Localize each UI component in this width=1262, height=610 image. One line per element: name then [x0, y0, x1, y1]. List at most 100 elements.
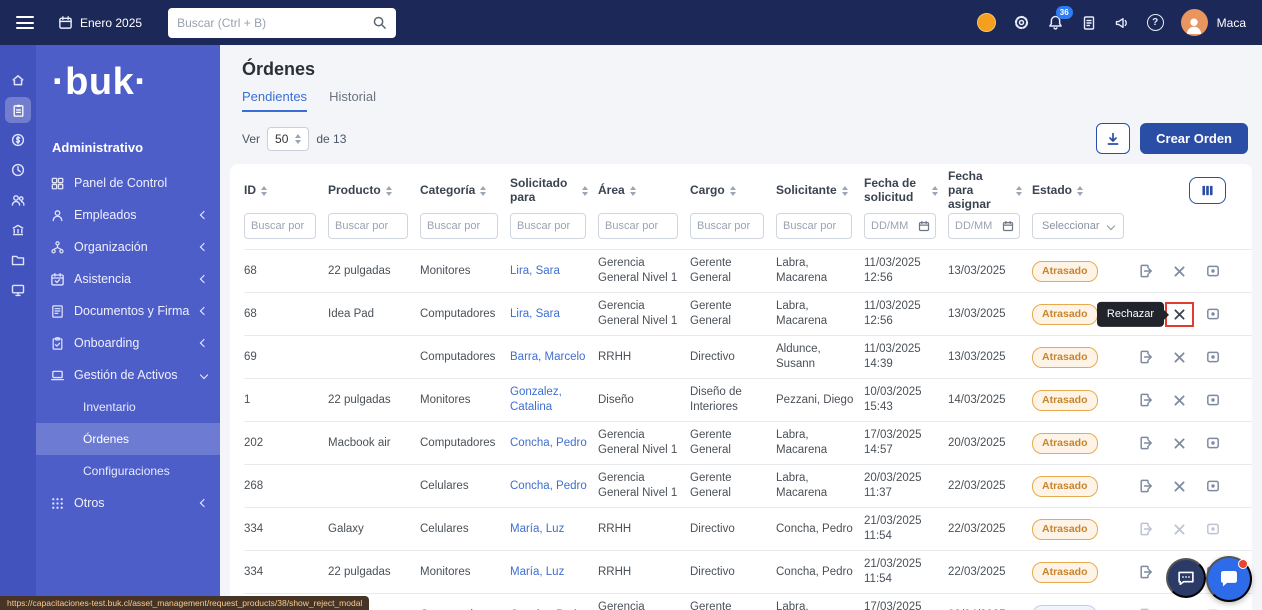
date-input[interactable]: [871, 220, 916, 232]
column-header-cargo[interactable]: Cargo: [690, 184, 776, 198]
avatar[interactable]: [1181, 9, 1208, 36]
sidebar-item-organizacion[interactable]: Organización: [36, 231, 220, 263]
filter-area-input[interactable]: [598, 213, 678, 239]
orders-rail-icon[interactable]: [5, 97, 31, 123]
assign-order-button[interactable]: [1138, 478, 1154, 494]
search-icon[interactable]: [372, 15, 387, 30]
folder-icon[interactable]: [5, 247, 31, 273]
cell-solicitado-para-link[interactable]: Concha, Pedro: [510, 479, 598, 494]
column-header-fecha-solicitud[interactable]: Fecha de solicitud: [864, 177, 948, 205]
people-icon[interactable]: [5, 187, 31, 213]
sort-icon[interactable]: [630, 186, 636, 196]
assign-order-button[interactable]: [1138, 392, 1154, 408]
period-selector[interactable]: Enero 2025: [58, 15, 142, 30]
filter-categoria-input[interactable]: [420, 213, 498, 239]
chat-widget-secondary-button[interactable]: [1166, 558, 1206, 598]
assign-order-button[interactable]: [1138, 564, 1154, 580]
assign-order-button[interactable]: [1138, 435, 1154, 451]
sidebar-item-gestion-de-activos[interactable]: Gestión de Activos: [36, 359, 220, 391]
column-header-area[interactable]: Área: [598, 184, 690, 198]
sidebar-item-empleados[interactable]: Empleados: [36, 199, 220, 231]
filter-estado-select[interactable]: Seleccionar: [1032, 213, 1124, 239]
reject-button[interactable]: [1172, 436, 1187, 451]
assign-device-button[interactable]: [1205, 435, 1221, 451]
assign-order-button[interactable]: [1138, 521, 1154, 537]
home-icon[interactable]: [5, 67, 31, 93]
clock-icon[interactable]: [5, 157, 31, 183]
sort-icon[interactable]: [1077, 186, 1083, 196]
assign-device-button[interactable]: [1205, 306, 1221, 322]
column-header-solicitado-para[interactable]: Solicitado para: [510, 177, 598, 205]
assign-order-button[interactable]: [1138, 349, 1154, 365]
column-header-categoria[interactable]: Categoría: [420, 184, 510, 198]
buk-coin-icon[interactable]: [977, 13, 996, 32]
help-icon[interactable]: ?: [1147, 14, 1164, 31]
filter-fecha-asignar-date[interactable]: [948, 213, 1020, 239]
per-page-select[interactable]: 50: [267, 127, 309, 151]
assign-device-button[interactable]: [1205, 263, 1221, 279]
sidebar-item-documentos-y-firma[interactable]: Documentos y Firma: [36, 295, 220, 327]
assign-device-button[interactable]: [1205, 392, 1221, 408]
gear-icon[interactable]: [1013, 14, 1030, 31]
cell-solicitado-para-link[interactable]: Concha, Pedro: [510, 436, 598, 451]
tab-historial[interactable]: Historial: [329, 89, 376, 112]
sort-icon[interactable]: [386, 186, 392, 196]
monitor-icon[interactable]: [5, 277, 31, 303]
reject-button[interactable]: [1172, 393, 1187, 408]
chat-widget-button[interactable]: [1206, 556, 1252, 602]
tab-pendientes[interactable]: Pendientes: [242, 89, 307, 112]
assign-device-button[interactable]: [1205, 478, 1221, 494]
sidebar-item-panel-de-control[interactable]: Panel de Control: [36, 167, 220, 199]
sidebar-subitem-ordenes[interactable]: Órdenes: [36, 423, 220, 455]
column-settings-button[interactable]: [1189, 177, 1226, 204]
reject-button[interactable]: [1172, 307, 1187, 322]
column-header-estado[interactable]: Estado: [1032, 184, 1132, 198]
filter-id-input[interactable]: [244, 213, 316, 239]
column-header-producto[interactable]: Producto: [328, 184, 420, 198]
cell-solicitado-para-link[interactable]: María, Luz: [510, 565, 598, 580]
filter-fecha-solicitud-date[interactable]: [864, 213, 936, 239]
column-header-id[interactable]: ID: [244, 184, 328, 198]
megaphone-icon[interactable]: [1114, 15, 1130, 31]
filter-solicitante-input[interactable]: [776, 213, 852, 239]
cell-solicitado-para-link[interactable]: Barra, Marcelo: [510, 350, 598, 365]
sidebar-item-asistencia[interactable]: Asistencia: [36, 263, 220, 295]
sort-icon[interactable]: [582, 186, 588, 196]
sort-icon[interactable]: [480, 186, 486, 196]
assign-device-button[interactable]: [1205, 521, 1221, 537]
sort-icon[interactable]: [842, 186, 848, 196]
cell-solicitado-para-link[interactable]: Lira, Sara: [510, 264, 598, 279]
search-input[interactable]: [177, 16, 372, 30]
reject-button[interactable]: [1172, 350, 1187, 365]
reject-button[interactable]: [1172, 479, 1187, 494]
payroll-icon[interactable]: [5, 127, 31, 153]
assign-device-button[interactable]: [1205, 349, 1221, 365]
sidebar-item-otros[interactable]: Otros: [36, 487, 220, 519]
cell-solicitado-para-link[interactable]: Gonzalez, Catalina: [510, 385, 598, 415]
column-header-fecha-asignar[interactable]: Fecha para asignar: [948, 170, 1032, 211]
reject-button[interactable]: [1172, 264, 1187, 279]
bank-icon[interactable]: [5, 217, 31, 243]
column-header-solicitante[interactable]: Solicitante: [776, 184, 864, 198]
assign-order-button[interactable]: [1138, 263, 1154, 279]
create-order-button[interactable]: Crear Orden: [1140, 123, 1248, 154]
sidebar-subitem-inventario[interactable]: Inventario: [36, 391, 220, 423]
hamburger-menu-icon[interactable]: [16, 16, 34, 29]
cell-solicitado-para-link[interactable]: Lira, Sara: [510, 307, 598, 322]
filter-solicitado-input[interactable]: [510, 213, 586, 239]
document-icon[interactable]: [1081, 15, 1097, 31]
bell-icon[interactable]: 36: [1047, 14, 1064, 31]
cell-solicitado-para-link[interactable]: María, Luz: [510, 522, 598, 537]
sort-icon[interactable]: [932, 186, 938, 196]
date-input[interactable]: [955, 220, 1000, 232]
filter-producto-input[interactable]: [328, 213, 408, 239]
sort-icon[interactable]: [1016, 186, 1022, 196]
reject-button[interactable]: [1172, 522, 1187, 537]
sort-icon[interactable]: [730, 186, 736, 196]
download-button[interactable]: [1096, 123, 1130, 154]
filter-cargo-input[interactable]: [690, 213, 764, 239]
sidebar-subitem-configuraciones[interactable]: Configuraciones: [36, 455, 220, 487]
sort-icon[interactable]: [261, 186, 267, 196]
sidebar-item-onboarding[interactable]: Onboarding: [36, 327, 220, 359]
user-name[interactable]: Maca: [1217, 16, 1246, 30]
